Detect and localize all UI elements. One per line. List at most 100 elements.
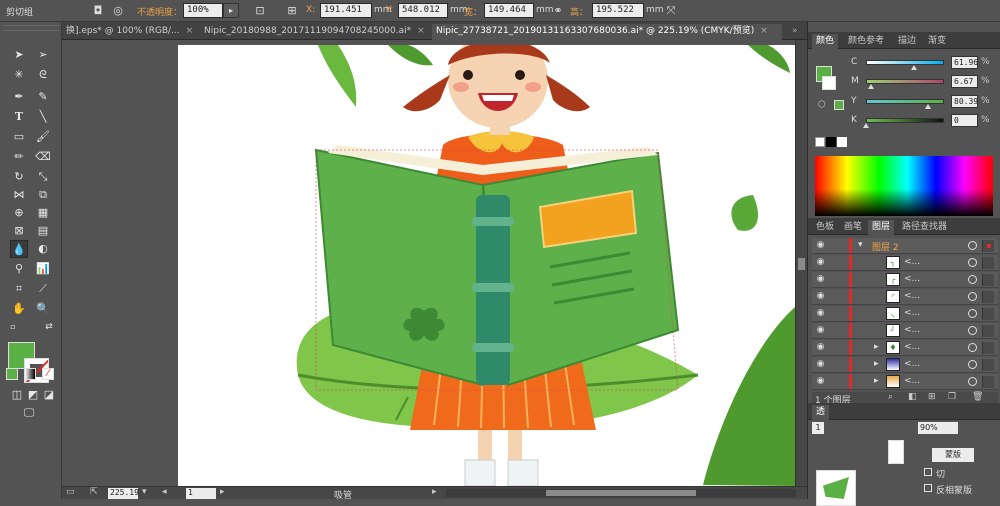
- transparency-opacity-input[interactable]: 90%: [918, 422, 958, 434]
- zoom-dropdown-icon[interactable]: ▾: [142, 487, 147, 497]
- view-icon[interactable]: ⇱: [90, 487, 98, 497]
- black-swatch[interactable]: [826, 137, 836, 147]
- artboard[interactable]: [178, 45, 795, 486]
- target-icon[interactable]: [968, 241, 977, 250]
- none-swatch[interactable]: [815, 137, 825, 147]
- layer-name[interactable]: <...: [904, 257, 920, 267]
- channel-k-track[interactable]: [866, 118, 944, 123]
- channel-y-knob[interactable]: [925, 104, 932, 109]
- channel-c-knob[interactable]: [911, 65, 918, 70]
- tab-document-2[interactable]: Nipic_20180988_20171119094708245000.ai* ×: [200, 24, 428, 40]
- mask-thumbnail[interactable]: [888, 440, 904, 464]
- channel-m[interactable]: M 6.67 %: [848, 75, 998, 89]
- new-sublayer-icon[interactable]: ⊞: [928, 392, 936, 402]
- type-tool-icon[interactable]: T: [10, 108, 28, 126]
- tabs-overflow-icon[interactable]: »: [788, 24, 804, 40]
- selection-indicator[interactable]: [982, 342, 994, 354]
- blend-tool-icon[interactable]: ◐: [34, 240, 52, 258]
- tab-layers[interactable]: 图层: [868, 220, 895, 235]
- nav-first-icon[interactable]: ▭: [66, 487, 75, 497]
- horizontal-scrollbar[interactable]: [446, 489, 796, 497]
- artboard-input[interactable]: 1: [186, 488, 216, 499]
- selection-tool-icon[interactable]: ➤: [10, 46, 28, 64]
- layer-name[interactable]: <...: [904, 325, 920, 335]
- horizontal-scroll-thumb[interactable]: [546, 490, 696, 496]
- blend-mode-select[interactable]: 1: [812, 422, 824, 434]
- selection-indicator[interactable]: [982, 274, 994, 286]
- selection-indicator[interactable]: [982, 325, 994, 337]
- artboard-tool-icon[interactable]: ⌗: [10, 280, 28, 298]
- delete-layer-icon[interactable]: 🗑: [972, 392, 983, 402]
- zoom-input[interactable]: 225.19: [108, 488, 139, 499]
- gamut-swatch[interactable]: [834, 100, 844, 110]
- layer-row-parent[interactable]: ◉ ▾ 图层 2: [812, 238, 998, 254]
- zoom-tool-icon[interactable]: 🔍: [34, 300, 52, 318]
- transform-icon[interactable]: ⤧: [663, 3, 679, 19]
- channel-m-knob[interactable]: [868, 84, 875, 89]
- toolbox-grip[interactable]: [3, 25, 59, 31]
- tab-pathfinder[interactable]: 路径查找器: [898, 220, 951, 235]
- disclosure-triangle-icon[interactable]: ▸: [874, 359, 879, 369]
- tab-transparency[interactable]: 透: [812, 405, 830, 420]
- make-mask-button[interactable]: 蒙版: [932, 448, 974, 462]
- locate-object-icon[interactable]: ⌕: [888, 392, 893, 402]
- object-thumbnail[interactable]: [816, 470, 856, 506]
- target-icon[interactable]: [968, 292, 977, 301]
- channel-y[interactable]: Y 80.39 %: [848, 95, 998, 109]
- tab-color[interactable]: 颜色: [812, 34, 839, 49]
- vertical-scrollbar[interactable]: [795, 40, 807, 486]
- next-artboard-icon[interactable]: ▸: [220, 487, 225, 497]
- layer-row[interactable]: ◉ ◟ <...: [812, 306, 998, 322]
- y-input[interactable]: 548.012: [398, 3, 448, 18]
- disclosure-triangle-icon[interactable]: ▸: [874, 342, 879, 352]
- perspective-grid-tool-icon[interactable]: ▦: [34, 204, 52, 222]
- gradient-mode-button[interactable]: [24, 368, 36, 380]
- symbol-sprayer-tool-icon[interactable]: ⚲: [10, 260, 28, 278]
- channel-k[interactable]: K 0 %: [848, 114, 998, 128]
- channel-k-value[interactable]: 0: [951, 114, 978, 127]
- scale-tool-icon[interactable]: ⤡: [34, 168, 52, 186]
- eye-icon[interactable]: ◉: [814, 376, 827, 388]
- eye-icon[interactable]: ◉: [814, 240, 827, 252]
- layer-row[interactable]: ◉ ▸ <...: [812, 357, 998, 373]
- tab-document-1[interactable]: 换].eps* @ 100% (RGB/... ×: [62, 24, 196, 40]
- screen-mode-icon[interactable]: 🖵: [20, 404, 38, 422]
- reference-point-icon[interactable]: ⊞: [284, 3, 300, 19]
- edit-clip-icon[interactable]: ◘: [90, 3, 106, 19]
- color-spectrum[interactable]: [815, 156, 993, 216]
- swap-colors-icon[interactable]: ⇄: [40, 318, 58, 336]
- none-mode-button[interactable]: ⁄: [42, 368, 54, 380]
- layer-name[interactable]: 图层 2: [872, 240, 899, 253]
- white-swatch[interactable]: [837, 137, 847, 147]
- selection-indicator[interactable]: [982, 308, 994, 320]
- close-icon[interactable]: ×: [417, 26, 425, 36]
- eye-icon[interactable]: ◉: [814, 325, 827, 337]
- channel-c[interactable]: C 61.96 %: [848, 56, 998, 70]
- layer-row[interactable]: ◉ ╯ <...: [812, 323, 998, 339]
- link-proportions-icon[interactable]: ⚭: [550, 3, 566, 19]
- eye-icon[interactable]: ◉: [814, 308, 827, 320]
- layer-name[interactable]: <...: [904, 308, 920, 318]
- opacity-input[interactable]: 100%: [183, 3, 223, 18]
- selection-indicator[interactable]: [982, 291, 994, 303]
- eraser-tool-icon[interactable]: ⌫: [34, 148, 52, 166]
- prev-artboard-icon[interactable]: ◂: [162, 487, 167, 497]
- mesh-tool-icon[interactable]: ⊠: [10, 222, 28, 240]
- tab-stroke[interactable]: 描边: [894, 34, 920, 49]
- layer-row[interactable]: ◉ ╭ <...: [812, 272, 998, 288]
- paintbrush-tool-icon[interactable]: 🖌: [34, 128, 52, 146]
- close-icon[interactable]: ×: [186, 26, 194, 36]
- eye-icon[interactable]: ◉: [814, 359, 827, 371]
- column-graph-tool-icon[interactable]: 📊: [34, 260, 52, 278]
- isolate-icon[interactable]: ◎: [110, 3, 126, 19]
- tab-gradient[interactable]: 渐变: [924, 34, 950, 49]
- default-colors-icon[interactable]: ▫: [4, 318, 22, 336]
- status-menu-icon[interactable]: ▸: [432, 487, 437, 497]
- layer-name[interactable]: <...: [904, 376, 920, 386]
- line-tool-icon[interactable]: ╲: [34, 108, 52, 126]
- new-layer-icon[interactable]: ❐: [948, 392, 956, 402]
- eyedropper-tool-icon[interactable]: 💧: [10, 240, 28, 258]
- invert-mask-checkbox[interactable]: [924, 484, 932, 492]
- selection-indicator[interactable]: [982, 359, 994, 371]
- color-mode-button[interactable]: [6, 368, 18, 380]
